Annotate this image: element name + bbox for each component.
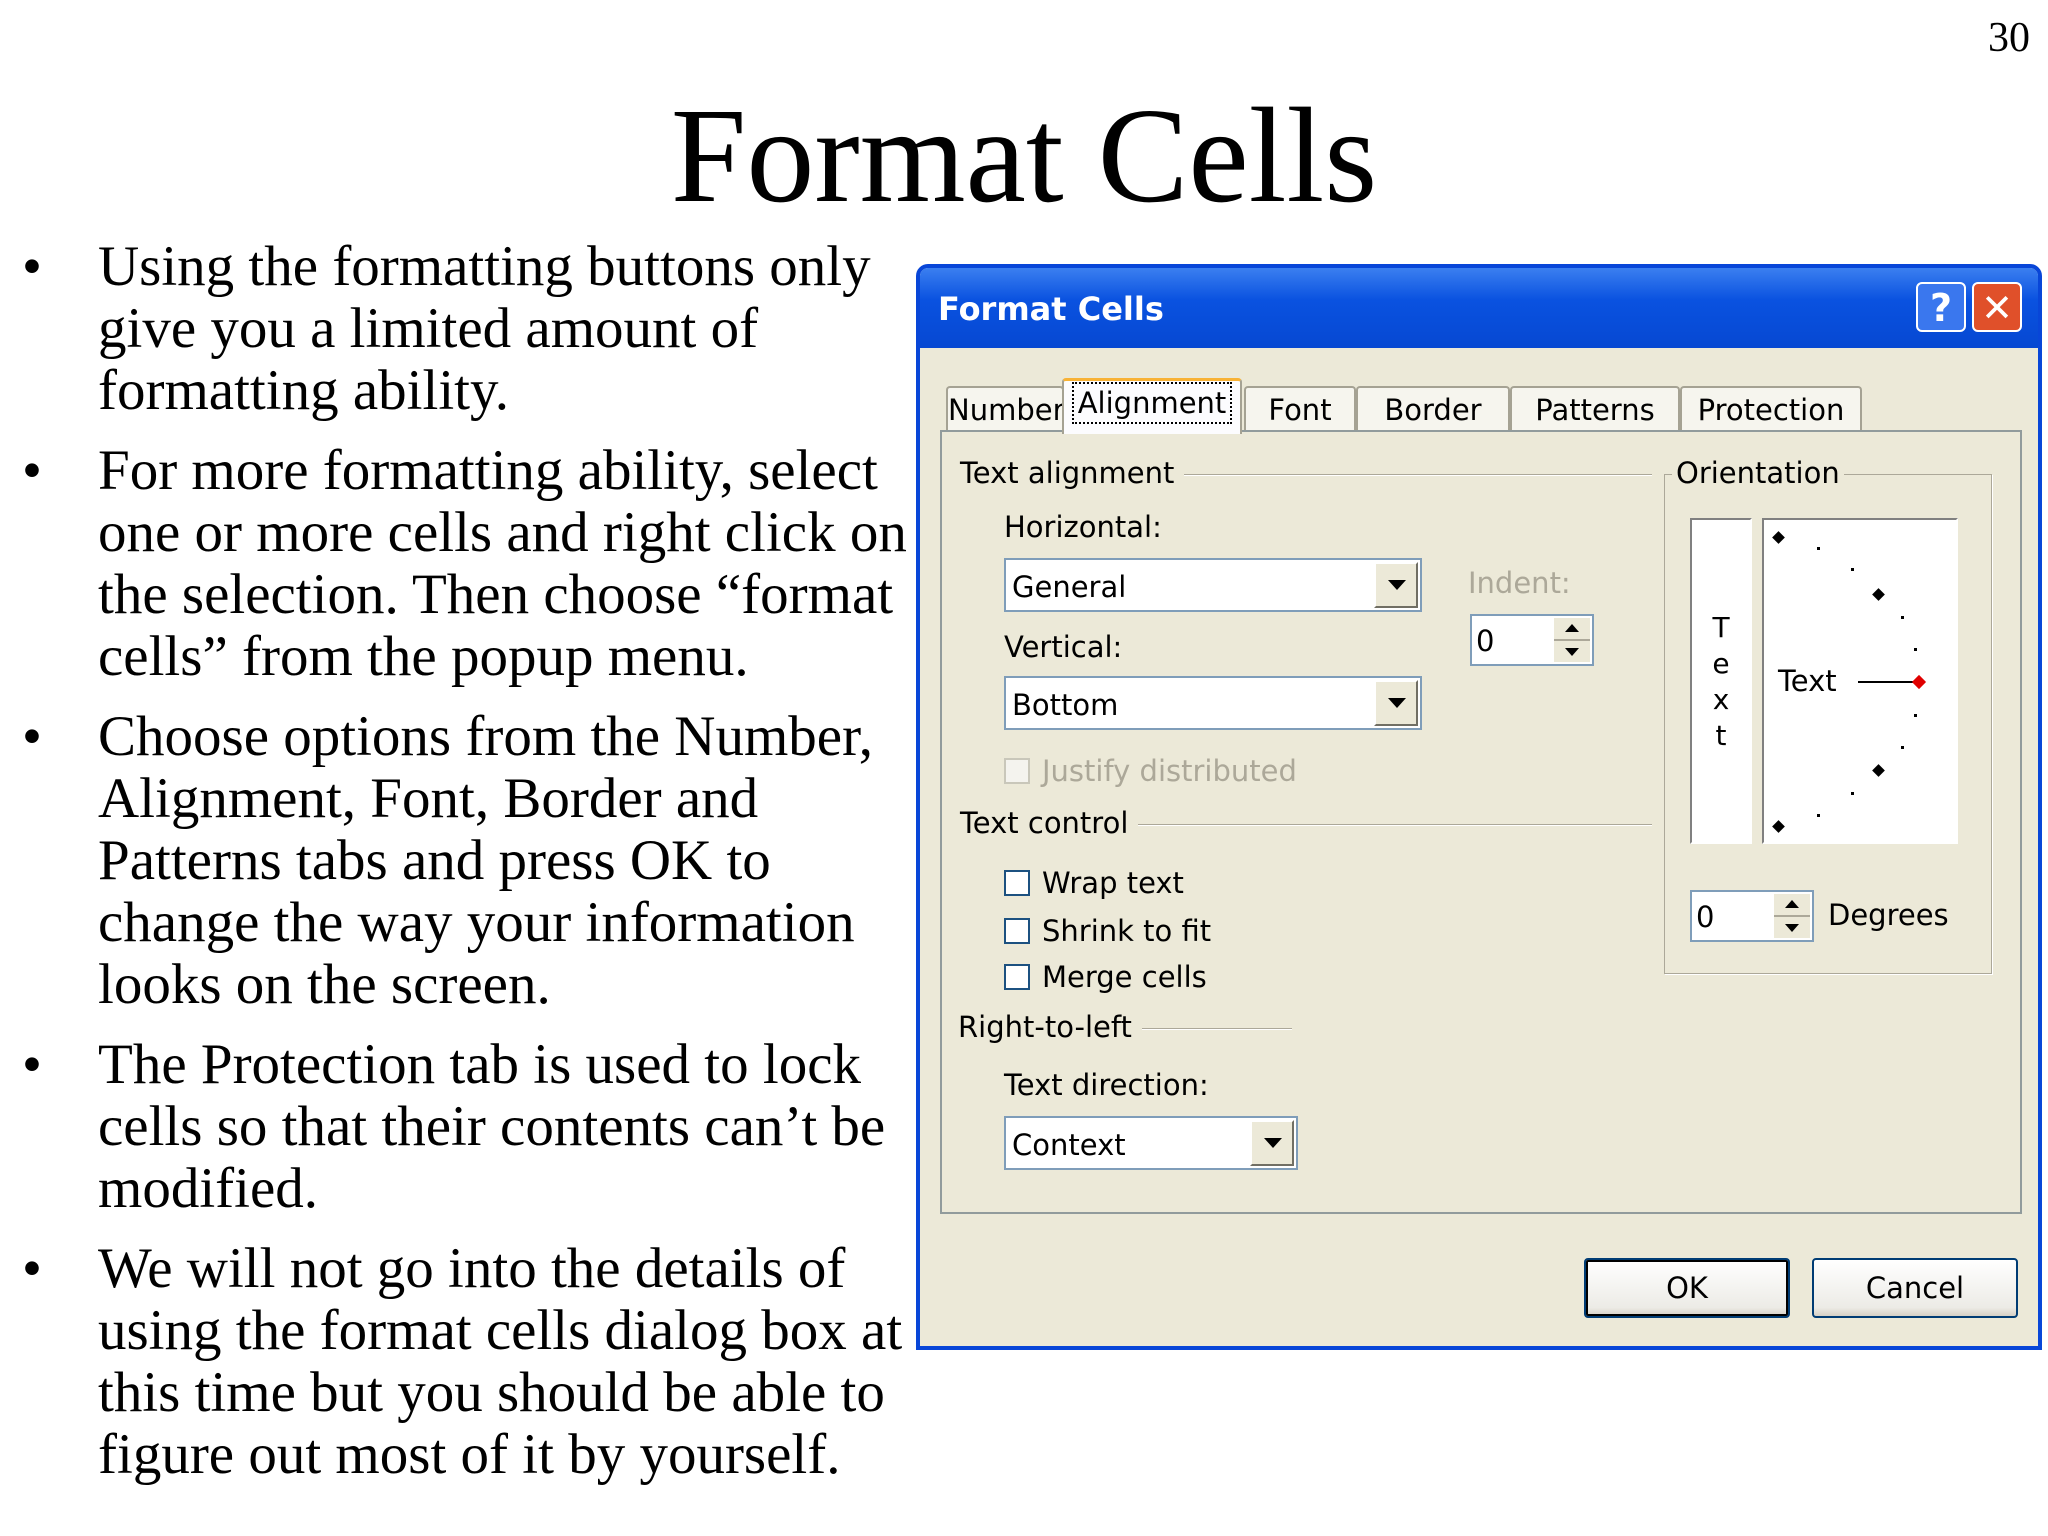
bullet-marker: •	[22, 439, 42, 502]
format-cells-dialog: Format Cells ? ✕ Number Alignment Font B…	[916, 264, 2042, 1350]
close-button[interactable]: ✕	[1972, 282, 2022, 332]
degrees-label: Degrees	[1828, 898, 1949, 932]
vertical-text-char: t	[1715, 719, 1727, 752]
tab-number[interactable]: Number	[946, 386, 1065, 432]
bullet-text: We will not go into the details of using…	[98, 1237, 903, 1486]
orientation-group-label: Orientation	[1672, 456, 1844, 490]
chevron-down-icon[interactable]	[1250, 1120, 1294, 1166]
text-direction-label: Text direction:	[1004, 1068, 1209, 1102]
text-direction-value: Context	[1012, 1128, 1126, 1162]
vertical-select[interactable]: Bottom	[1004, 676, 1422, 730]
orientation-dial[interactable]: Text	[1762, 518, 1958, 844]
slide-title: Format Cells	[670, 81, 1378, 231]
indent-spinner[interactable]: 0	[1470, 614, 1594, 666]
tab-label: Protection	[1697, 393, 1845, 427]
horizontal-select[interactable]: General	[1004, 558, 1422, 612]
bullet-item: • For more formatting ability, select one…	[22, 440, 922, 688]
justify-distributed-checkbox[interactable]	[1004, 758, 1030, 784]
help-icon: ?	[1929, 286, 1953, 330]
bullet-marker: •	[22, 705, 42, 768]
bullet-text: For more formatting ability, select one …	[98, 439, 907, 688]
merge-cells-checkbox[interactable]	[1004, 964, 1030, 990]
slide-number: 30	[1988, 15, 2030, 61]
tab-protection[interactable]: Protection	[1680, 386, 1862, 432]
vertical-text-char: x	[1712, 683, 1730, 716]
bullet-item: • Using the formatting buttons only give …	[22, 236, 922, 422]
ok-button[interactable]: OK	[1584, 1258, 1790, 1318]
help-button[interactable]: ?	[1916, 282, 1966, 332]
horizontal-label: Horizontal:	[1004, 510, 1162, 544]
dial-text-label: Text	[1778, 664, 1837, 698]
tab-label: Border	[1384, 393, 1482, 427]
tab-border[interactable]: Border	[1356, 386, 1510, 432]
horizontal-value: General	[1012, 570, 1127, 604]
tab-label: Font	[1268, 393, 1332, 427]
bullet-marker: •	[22, 1237, 42, 1300]
bullet-item: • Choose options from the Number, Alignme…	[22, 706, 922, 1016]
shrink-to-fit-label: Shrink to fit	[1042, 914, 1212, 948]
close-icon: ✕	[1981, 286, 2013, 330]
text-control-group-label: Text control	[960, 806, 1139, 840]
bullet-text: The Protection tab is used to lock cells…	[98, 1033, 886, 1220]
degrees-value: 0	[1696, 900, 1715, 934]
spin-up-icon[interactable]	[1554, 618, 1590, 641]
alignment-panel: Text alignment Horizontal: General Inden…	[940, 430, 2022, 1214]
vertical-text-char: e	[1712, 647, 1730, 680]
text-alignment-group-label: Text alignment	[960, 456, 1185, 490]
tab-patterns[interactable]: Patterns	[1510, 386, 1680, 432]
degrees-spinner[interactable]: 0	[1690, 890, 1814, 942]
bullet-marker: •	[22, 1033, 42, 1096]
bullet-item: • We will not go into the details of usin…	[22, 1238, 922, 1486]
vertical-text-char: T	[1712, 611, 1730, 644]
tab-label: Number	[948, 393, 1065, 427]
indent-value: 0	[1476, 624, 1495, 658]
indent-label: Indent:	[1468, 566, 1571, 600]
vertical-text-box[interactable]: T e x t	[1690, 518, 1752, 844]
chevron-down-icon[interactable]	[1374, 680, 1418, 726]
chevron-down-icon[interactable]	[1374, 562, 1418, 608]
shrink-to-fit-checkbox[interactable]	[1004, 918, 1030, 944]
dialog-title: Format Cells	[938, 290, 1164, 328]
tab-label: Alignment	[1071, 382, 1233, 424]
bullet-text: Choose options from the Number, Alignmen…	[98, 705, 874, 1016]
justify-distributed-label: Justify distributed	[1042, 754, 1297, 788]
right-to-left-group-label: Right-to-left	[958, 1010, 1142, 1044]
tab-alignment[interactable]: Alignment	[1062, 378, 1242, 434]
tab-label: Patterns	[1535, 393, 1655, 427]
wrap-text-checkbox[interactable]	[1004, 870, 1030, 896]
bullet-item: • The Protection tab is used to lock cell…	[22, 1034, 922, 1220]
spin-up-icon[interactable]	[1774, 894, 1810, 917]
bullet-text: Using the formatting buttons only give y…	[98, 235, 871, 422]
tab-font[interactable]: Font	[1244, 386, 1356, 432]
dial-pointer[interactable]	[1911, 674, 1927, 690]
vertical-value: Bottom	[1012, 688, 1119, 722]
cancel-button[interactable]: Cancel	[1812, 1258, 2018, 1318]
dialog-title-bar[interactable]: Format Cells ? ✕	[920, 268, 2038, 348]
vertical-label: Vertical:	[1004, 630, 1123, 664]
merge-cells-label: Merge cells	[1042, 960, 1207, 994]
text-direction-select[interactable]: Context	[1004, 1116, 1298, 1170]
wrap-text-label: Wrap text	[1042, 866, 1184, 900]
bullet-list: • Using the formatting buttons only give …	[22, 236, 922, 1504]
bullet-marker: •	[22, 235, 42, 298]
